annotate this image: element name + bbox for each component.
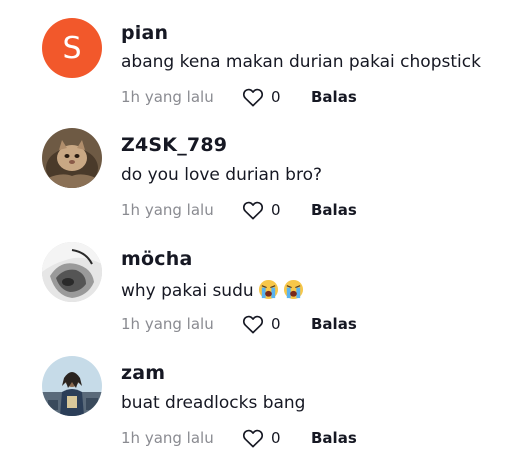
comment-meta: 1h yang lalu 0 Balas [121,427,461,449]
comment-username[interactable]: pian [121,22,168,44]
avatar[interactable]: S [42,18,102,78]
comment-text: do you love durian bro? [121,165,322,185]
heart-icon [242,201,264,220]
comment-item: zam buat dreadlocks bang 1h yang lalu 0 … [0,342,527,448]
comment-time: 1h yang lalu [121,429,214,447]
comment-meta: 1h yang lalu 0 Balas [121,199,461,221]
reply-button[interactable]: Balas [311,315,357,333]
loudly-crying-face-emoji-icon [283,279,303,300]
reply-button[interactable]: Balas [311,201,357,219]
comment-text: buat dreadlocks bang [121,393,306,413]
person-photo-avatar-icon [42,356,102,416]
like-count: 0 [271,315,281,333]
comment-list: S pian abang kena makan durian pakai cho… [0,0,527,466]
comment-time: 1h yang lalu [121,88,214,106]
heart-icon [242,429,264,448]
comment-item: möcha why pakai sudu 1h yang lalu 0 Bala… [0,228,527,334]
comment-time: 1h yang lalu [121,201,214,219]
like-button[interactable]: 0 [242,427,281,449]
like-count: 0 [271,429,281,447]
comment-meta: 1h yang lalu 0 Balas [121,313,461,335]
reply-button[interactable]: Balas [311,429,357,447]
avatar[interactable] [42,128,102,188]
loudly-crying-face-emoji-icon [258,279,278,300]
avatar-letter: S [62,30,82,66]
like-count: 0 [271,201,281,219]
reply-button[interactable]: Balas [311,88,357,106]
comment-username[interactable]: zam [121,362,165,384]
heart-icon [242,315,264,334]
comment-time: 1h yang lalu [121,315,214,333]
like-button[interactable]: 0 [242,199,281,221]
comment-text-body: why pakai sudu [121,281,254,301]
like-count: 0 [271,88,281,106]
monochrome-photo-avatar-icon [42,242,102,302]
avatar[interactable] [42,356,102,416]
comment-username[interactable]: möcha [121,248,192,270]
comment-item: S pian abang kena makan durian pakai cho… [0,0,527,107]
comment-meta: 1h yang lalu 0 Balas [121,86,461,108]
cat-photo-avatar-icon [42,128,102,188]
heart-icon [242,88,264,107]
comment-text: why pakai sudu [121,279,304,301]
comment-text: abang kena makan durian pakai chopstick [121,52,481,72]
avatar[interactable] [42,242,102,302]
comment-item: Z4SK_789 do you love durian bro? 1h yang… [0,114,527,220]
like-button[interactable]: 0 [242,86,281,108]
like-button[interactable]: 0 [242,313,281,335]
comment-username[interactable]: Z4SK_789 [121,134,227,156]
